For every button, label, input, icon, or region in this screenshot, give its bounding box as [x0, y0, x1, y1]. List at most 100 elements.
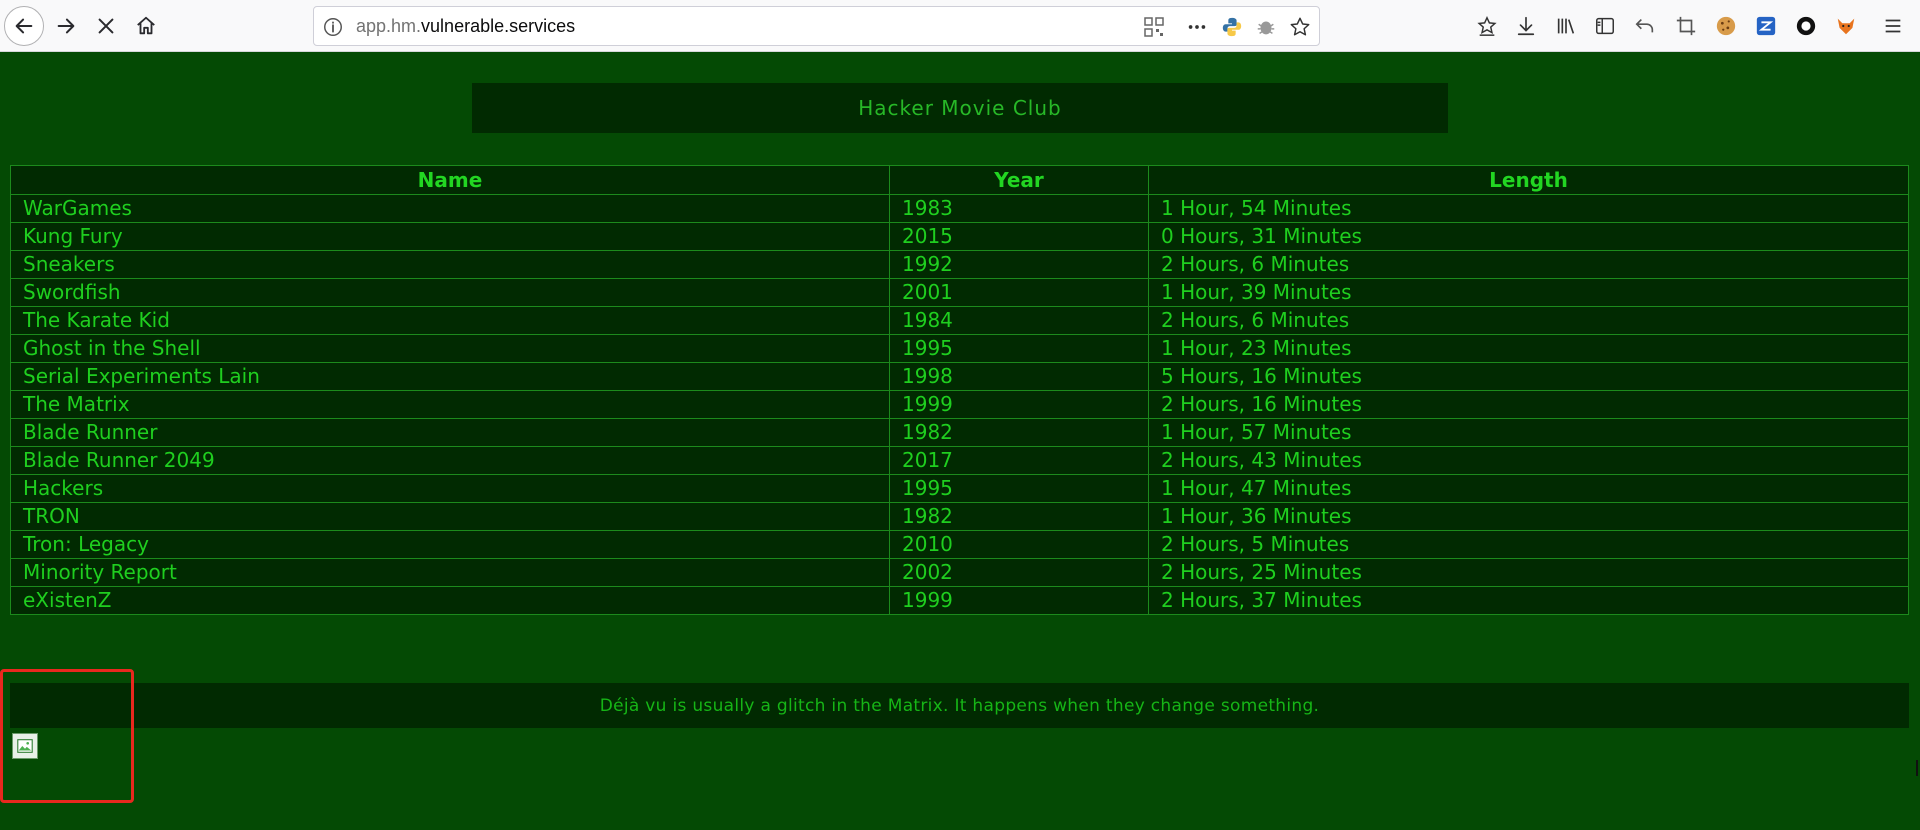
- table-row: eXistenZ 1999 2 Hours, 37 Minutes: [10, 586, 1909, 615]
- table-row: WarGames 1983 1 Hour, 54 Minutes: [10, 194, 1909, 223]
- movie-year-cell: 2001: [889, 278, 1149, 307]
- movie-year-cell: 1998: [889, 362, 1149, 391]
- table-row: Blade Runner 1982 1 Hour, 57 Minutes: [10, 418, 1909, 447]
- movie-year-cell: 1984: [889, 306, 1149, 335]
- movie-year-cell: 1992: [889, 250, 1149, 279]
- page-header: Hacker Movie Club: [472, 83, 1448, 133]
- movie-length-cell: 1 Hour, 39 Minutes: [1148, 278, 1909, 307]
- movie-length-cell: 2 Hours, 6 Minutes: [1148, 250, 1909, 279]
- python-icon[interactable]: [1221, 16, 1243, 38]
- table-header-row: Name Year Length: [10, 165, 1909, 195]
- movie-length-cell: 2 Hours, 43 Minutes: [1148, 446, 1909, 475]
- movie-name-cell: Ghost in the Shell: [10, 334, 890, 363]
- sidebar-icon[interactable]: [1592, 13, 1618, 39]
- browser-toolbar: app.hm.vulnerable.services: [0, 0, 1920, 52]
- movie-year-cell: 1999: [889, 390, 1149, 419]
- movie-length-cell: 1 Hour, 54 Minutes: [1148, 194, 1909, 223]
- table-row: Serial Experiments Lain 1998 5 Hours, 16 M…: [10, 362, 1909, 391]
- table-row: Hackers 1995 1 Hour, 47 Minutes: [10, 474, 1909, 503]
- footer-message: Déjà vu is usually a glitch in the Matri…: [10, 683, 1909, 728]
- table-row: Minority Report 2002 2 Hours, 25 Minutes: [10, 558, 1909, 587]
- movie-year-cell: 1995: [889, 334, 1149, 363]
- movie-length-cell: 1 Hour, 36 Minutes: [1148, 502, 1909, 531]
- movie-length-cell: 1 Hour, 23 Minutes: [1148, 334, 1909, 363]
- fox-extension-icon[interactable]: [1833, 13, 1859, 39]
- home-button[interactable]: [126, 6, 166, 46]
- back-button[interactable]: [4, 6, 44, 46]
- bookmark-star-menu-icon[interactable]: [1474, 13, 1500, 39]
- movie-name-cell: eXistenZ: [10, 586, 890, 615]
- movie-year-cell: 1995: [889, 474, 1149, 503]
- movie-name-cell: Sneakers: [10, 250, 890, 279]
- table-row: Sneakers 1992 2 Hours, 6 Minutes: [10, 250, 1909, 279]
- hamburger-menu-icon[interactable]: [1880, 13, 1906, 39]
- column-header-name: Name: [10, 165, 890, 195]
- scrollbar-edge: [1916, 760, 1918, 776]
- movie-name-cell: WarGames: [10, 194, 890, 223]
- movie-year-cell: 1983: [889, 194, 1149, 223]
- url-domain: vulnerable.services: [421, 16, 576, 36]
- movie-name-cell: Blade Runner 2049: [10, 446, 890, 475]
- movie-year-cell: 2017: [889, 446, 1149, 475]
- movie-length-cell: 1 Hour, 47 Minutes: [1148, 474, 1909, 503]
- movie-year-cell: 1982: [889, 418, 1149, 447]
- movie-name-cell: The Karate Kid: [10, 306, 890, 335]
- movie-length-cell: 2 Hours, 5 Minutes: [1148, 530, 1909, 559]
- movie-length-cell: 2 Hours, 25 Minutes: [1148, 558, 1909, 587]
- movie-name-cell: Minority Report: [10, 558, 890, 587]
- movie-year-cell: 2002: [889, 558, 1149, 587]
- table-row: The Karate Kid 1984 2 Hours, 6 Minutes: [10, 306, 1909, 335]
- movie-length-cell: 1 Hour, 57 Minutes: [1148, 418, 1909, 447]
- movie-name-cell: Swordfish: [10, 278, 890, 307]
- movie-name-cell: Blade Runner: [10, 418, 890, 447]
- movie-name-cell: Tron: Legacy: [10, 530, 890, 559]
- movie-year-cell: 2015: [889, 222, 1149, 251]
- movie-year-cell: 1999: [889, 586, 1149, 615]
- cookie-icon[interactable]: [1713, 13, 1739, 39]
- movie-name-cell: Kung Fury: [10, 222, 890, 251]
- page-title: Hacker Movie Club: [858, 96, 1062, 120]
- stop-button[interactable]: [86, 6, 126, 46]
- library-icon[interactable]: [1553, 13, 1579, 39]
- movies-table: Name Year Length WarGames 1983 1 Hour, 54 …: [10, 165, 1909, 615]
- movie-length-cell: 0 Hours, 31 Minutes: [1148, 222, 1909, 251]
- arrow-right-icon: [57, 18, 75, 34]
- star-bookmark-icon[interactable]: [1289, 16, 1311, 38]
- url-text[interactable]: app.hm.vulnerable.services: [356, 16, 575, 37]
- movie-length-cell: 2 Hours, 6 Minutes: [1148, 306, 1909, 335]
- movie-length-cell: 2 Hours, 16 Minutes: [1148, 390, 1909, 419]
- movie-length-cell: 2 Hours, 37 Minutes: [1148, 586, 1909, 615]
- arrow-left-icon: [15, 18, 33, 34]
- column-header-year: Year: [889, 165, 1149, 195]
- home-icon: [137, 16, 155, 35]
- movie-year-cell: 2010: [889, 530, 1149, 559]
- extension-blue-icon[interactable]: [1753, 13, 1779, 39]
- info-icon[interactable]: [322, 16, 344, 38]
- extension-circle-icon[interactable]: [1793, 13, 1819, 39]
- column-header-length: Length: [1148, 165, 1909, 195]
- movie-year-cell: 1982: [889, 502, 1149, 531]
- more-actions-icon[interactable]: [1186, 16, 1208, 38]
- movie-name-cell: The Matrix: [10, 390, 890, 419]
- table-row: Ghost in the Shell 1995 1 Hour, 23 Minutes: [10, 334, 1909, 363]
- table-row: The Matrix 1999 2 Hours, 16 Minutes: [10, 390, 1909, 419]
- movie-name-cell: Hackers: [10, 474, 890, 503]
- url-bar[interactable]: app.hm.vulnerable.services: [313, 6, 1320, 46]
- table-row: Blade Runner 2049 2017 2 Hours, 43 Minutes: [10, 446, 1909, 475]
- url-prefix: app.hm.: [356, 16, 422, 36]
- undo-icon[interactable]: [1632, 13, 1658, 39]
- close-icon: [98, 18, 114, 34]
- movie-length-cell: 5 Hours, 16 Minutes: [1148, 362, 1909, 391]
- download-icon[interactable]: [1513, 13, 1539, 39]
- forward-button[interactable]: [46, 6, 86, 46]
- table-row: Swordfish 2001 1 Hour, 39 Minutes: [10, 278, 1909, 307]
- table-row: Tron: Legacy 2010 2 Hours, 5 Minutes: [10, 530, 1909, 559]
- movie-name-cell: TRON: [10, 502, 890, 531]
- table-row: Kung Fury 2015 0 Hours, 31 Minutes: [10, 222, 1909, 251]
- qr-code-icon[interactable]: [1143, 16, 1165, 38]
- footer-text: Déjà vu is usually a glitch in the Matri…: [599, 695, 1320, 716]
- highlight-box: [0, 669, 134, 803]
- table-row: TRON 1982 1 Hour, 36 Minutes: [10, 502, 1909, 531]
- crop-icon[interactable]: [1673, 13, 1699, 39]
- bug-icon[interactable]: [1255, 16, 1277, 38]
